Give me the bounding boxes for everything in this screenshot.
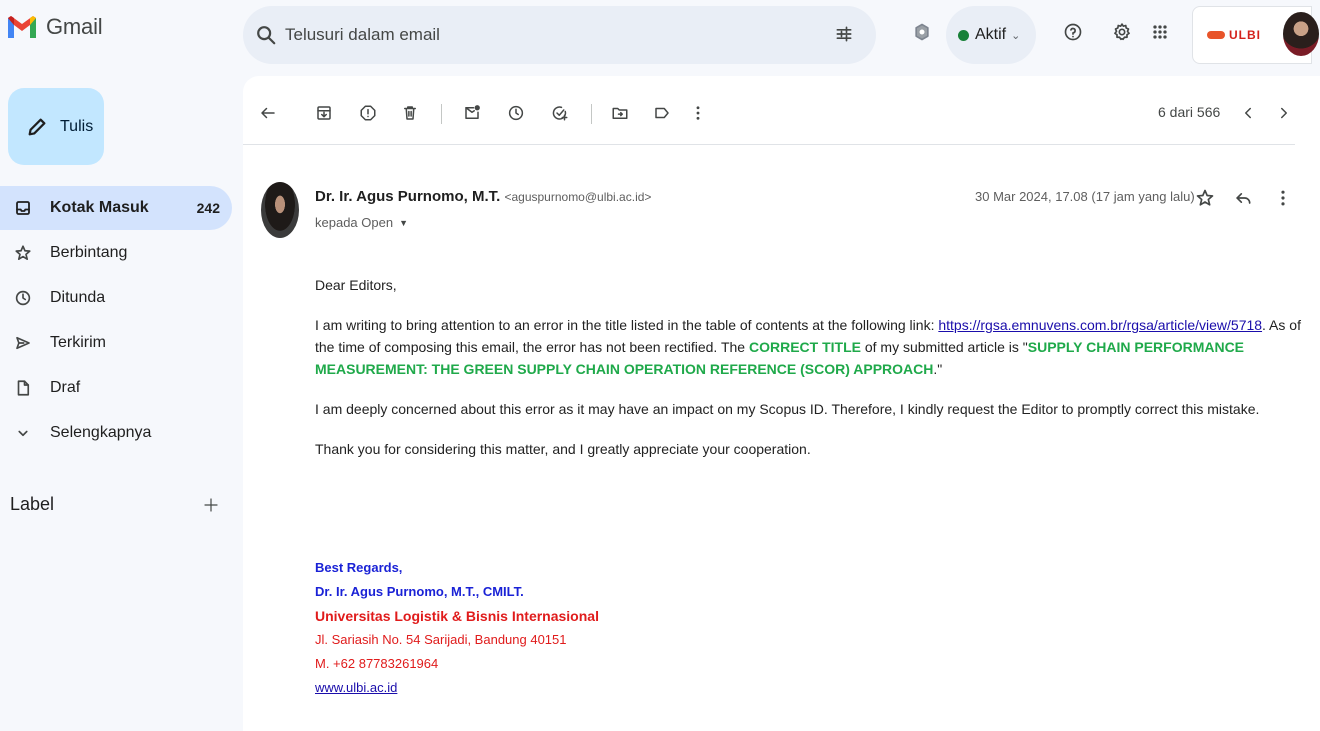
gmail-m-icon: [8, 16, 36, 38]
add-label-icon[interactable]: [202, 496, 220, 514]
paragraph-1: I am writing to bring attention to an er…: [315, 314, 1307, 380]
search-input[interactable]: [285, 25, 825, 45]
message-date: 30 Mar 2024, 17.08 (17 jam yang lalu): [975, 189, 1195, 204]
paragraph-text: of my submitted article is ": [860, 339, 1028, 355]
recipient-line[interactable]: kepada Open ▼: [315, 215, 408, 230]
clock-icon: [14, 289, 32, 307]
snooze-clock-icon[interactable]: [507, 104, 525, 122]
labels-title: Label: [10, 494, 55, 514]
sidebar-item-sent[interactable]: Terkirim: [0, 320, 232, 365]
sidebar-item-drafts[interactable]: Draf: [0, 365, 232, 410]
caret-down-icon[interactable]: ▼: [399, 218, 408, 228]
message-pane: 6 dari 566 Dr. Ir. Agus Purnomo, M.T. <a…: [243, 76, 1320, 731]
reply-icon[interactable]: [1233, 188, 1253, 208]
back-arrow-icon[interactable]: [259, 104, 277, 122]
status-dot: [958, 29, 969, 41]
sidebar-item-label: Draf: [50, 378, 81, 396]
gmail-logo[interactable]: Gmail: [6, 14, 103, 40]
recipient-label: kepada Open: [315, 215, 394, 230]
sidebar-item-more[interactable]: Selengkapnya: [0, 410, 232, 455]
chevron-left-icon[interactable]: [1239, 104, 1257, 122]
toolbar-divider: [441, 104, 442, 124]
inbox-icon: [14, 199, 32, 217]
delete-icon[interactable]: [401, 104, 419, 122]
ulbi-logo: ULBI: [1207, 28, 1261, 42]
sidebar-item-inbox[interactable]: Kotak Masuk 242: [0, 186, 232, 230]
gemini-icon[interactable]: [912, 22, 932, 42]
toolbar-divider: [591, 104, 592, 124]
paragraph-2: I am deeply concerned about this error a…: [315, 401, 1260, 417]
status-selector[interactable]: Aktif ⌄: [946, 6, 1036, 64]
message-body: Dear Editors, I am writing to bring atte…: [315, 274, 1307, 478]
sender-email: <aguspurnomo@ulbi.ac.id>: [504, 190, 652, 204]
move-to-icon[interactable]: [611, 104, 629, 122]
apps-grid-icon[interactable]: [1150, 22, 1170, 42]
signature-phone: M. +62 87783261964: [315, 656, 439, 671]
mark-unread-icon[interactable]: [463, 104, 481, 122]
account-avatar[interactable]: [1283, 12, 1319, 56]
compose-button[interactable]: Tulis: [8, 88, 104, 165]
signature-website-link[interactable]: www.ulbi.ac.id: [315, 680, 397, 695]
signature-university: Universitas Logistik & Bisnis Internasio…: [315, 608, 599, 624]
status-label: Aktif: [975, 26, 1007, 43]
compose-label: Tulis: [60, 117, 94, 135]
search-bar[interactable]: [243, 6, 876, 64]
sidebar-item-label: Ditunda: [50, 288, 106, 306]
more-vertical-icon[interactable]: [689, 104, 707, 122]
signature-regards: Best Regards,: [315, 560, 403, 575]
paragraph-3: Thank you for considering this matter, a…: [315, 441, 811, 457]
greeting: Dear Editors,: [315, 277, 397, 293]
draft-icon: [14, 379, 32, 397]
sender-info: Dr. Ir. Agus Purnomo, M.T. <aguspurnomo@…: [315, 188, 651, 205]
ulbi-mark-icon: [1207, 31, 1225, 39]
message-toolbar: 6 dari 566: [243, 76, 1320, 144]
sidebar-item-label: Kotak Masuk: [50, 199, 149, 216]
labels-section-header: Label: [10, 494, 220, 515]
sidebar-item-label: Selengkapnya: [50, 423, 152, 441]
pencil-icon: [26, 116, 48, 138]
label-tag-icon[interactable]: [653, 104, 671, 122]
signature-block: Best Regards, Dr. Ir. Agus Purnomo, M.T.…: [315, 556, 599, 700]
article-link[interactable]: https://rgsa.emnuvens.com.br/rgsa/articl…: [938, 317, 1262, 333]
chevron-right-icon[interactable]: [1275, 104, 1293, 122]
sidebar-item-label: Berbintang: [50, 243, 128, 261]
chevron-down-icon: [14, 424, 32, 442]
sidebar-item-label: Terkirim: [50, 333, 106, 351]
app-name: Gmail: [46, 14, 103, 39]
sidebar-nav: Kotak Masuk 242 Berbintang Ditunda Terki…: [0, 186, 232, 455]
pagination-label: 6 dari 566: [1158, 104, 1221, 120]
send-icon: [14, 334, 32, 352]
sender-name[interactable]: Dr. Ir. Agus Purnomo, M.T.: [315, 188, 500, 205]
gear-icon[interactable]: [1112, 22, 1132, 42]
add-task-icon[interactable]: [551, 104, 569, 122]
ulbi-logo-text: ULBI: [1229, 28, 1261, 42]
more-vertical-icon[interactable]: [1273, 188, 1293, 208]
help-icon[interactable]: [1063, 22, 1083, 42]
correct-title-label: CORRECT TITLE: [748, 339, 861, 355]
toolbar-separator: [243, 144, 1295, 145]
star-icon[interactable]: [1195, 188, 1215, 208]
archive-icon[interactable]: [315, 104, 333, 122]
signature-name: Dr. Ir. Agus Purnomo, M.T., CMILT.: [315, 584, 524, 599]
paragraph-text: I am writing to bring attention to an er…: [315, 317, 939, 333]
chevron-down-icon: ⌄: [1011, 29, 1021, 42]
sidebar-item-snoozed[interactable]: Ditunda: [0, 275, 232, 320]
inbox-count-badge: 242: [196, 200, 220, 216]
search-options-icon[interactable]: [834, 24, 854, 44]
search-icon[interactable]: [255, 24, 277, 46]
star-icon: [14, 244, 32, 262]
signature-address: Jl. Sariasih No. 54 Sarijadi, Bandung 40…: [315, 632, 567, 647]
sender-avatar[interactable]: [261, 182, 299, 238]
sidebar-item-starred[interactable]: Berbintang: [0, 230, 232, 275]
report-spam-icon[interactable]: [359, 104, 377, 122]
paragraph-text: .": [933, 361, 943, 377]
